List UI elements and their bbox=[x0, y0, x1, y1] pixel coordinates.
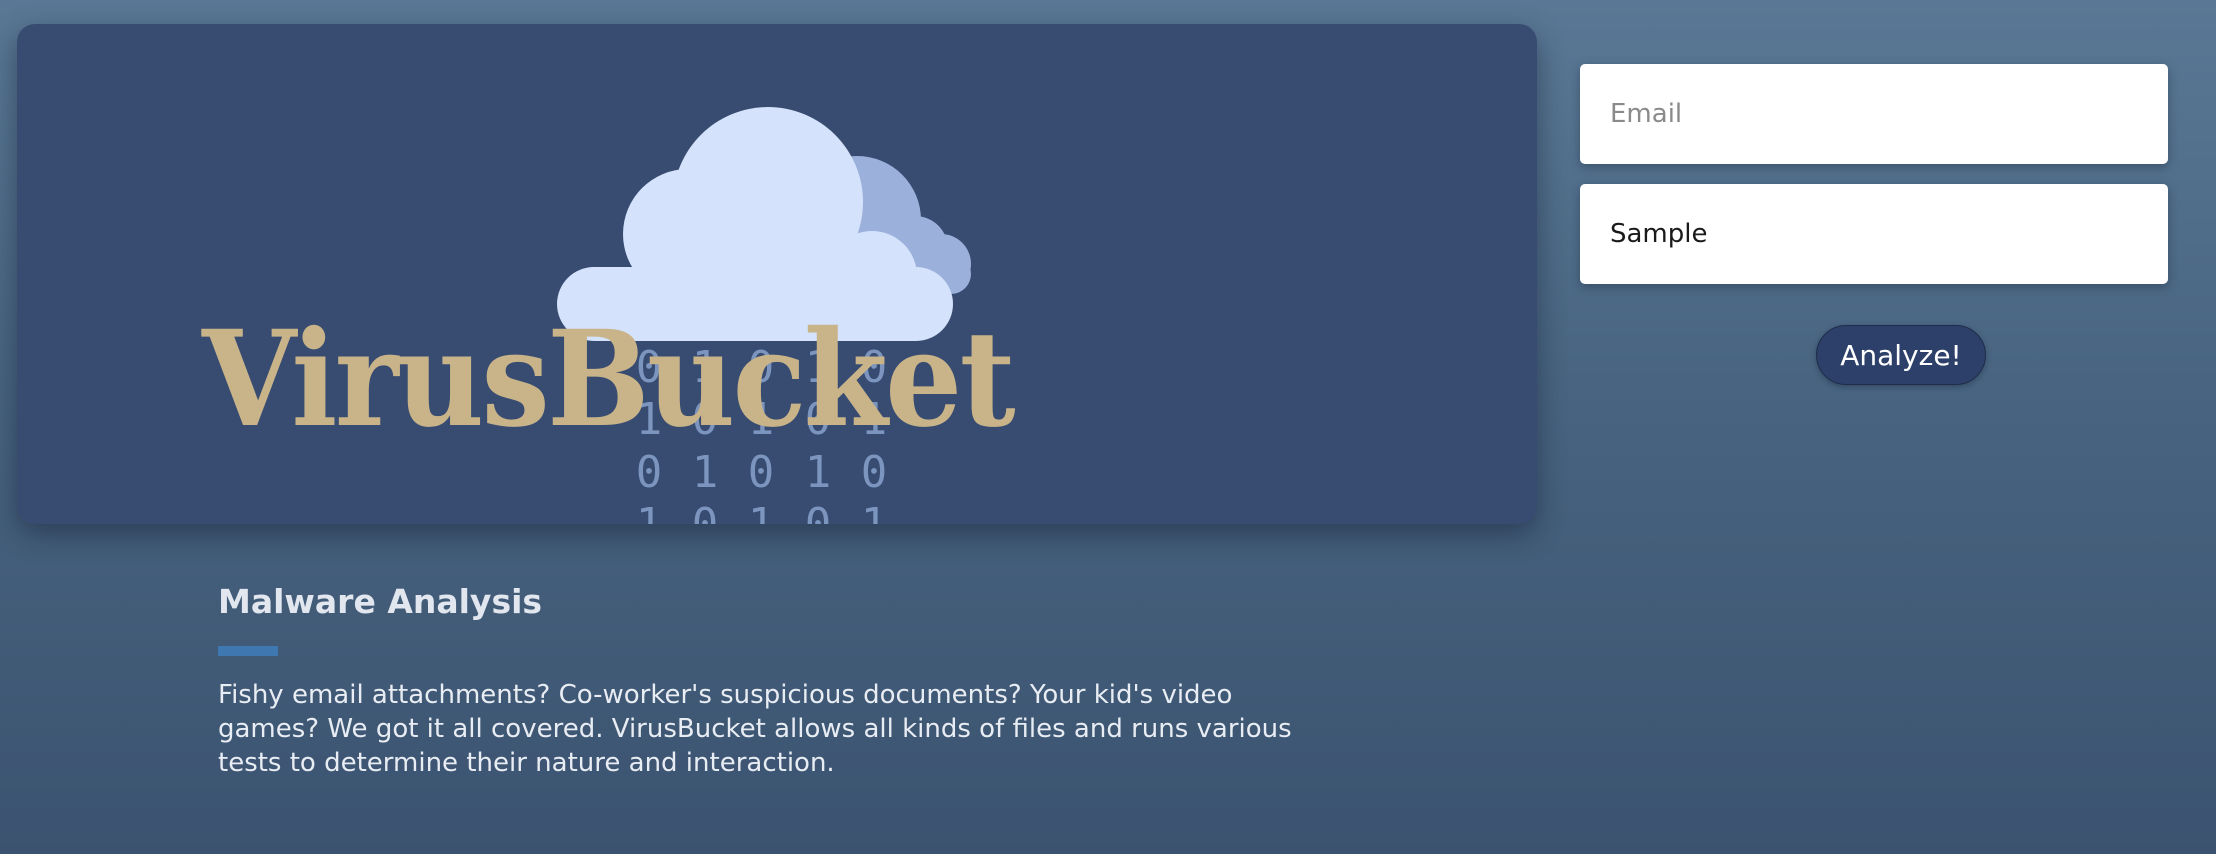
logo-wordmark: VirusBucket bbox=[202, 302, 1016, 457]
hero-banner: 01010101010101010101 VirusBucket bbox=[17, 24, 1537, 524]
binary-digit: 1 bbox=[636, 499, 663, 524]
title-underline bbox=[218, 646, 278, 656]
section-description: Fishy email attachments? Co-worker's sus… bbox=[218, 680, 1292, 778]
binary-digit: 1 bbox=[861, 499, 888, 524]
email-input[interactable] bbox=[1580, 64, 2168, 164]
sample-label: Sample bbox=[1610, 219, 1708, 249]
binary-digit: 1 bbox=[748, 499, 775, 524]
analyze-button[interactable]: Analyze! bbox=[1816, 325, 1986, 385]
section-title: Malware Analysis bbox=[218, 582, 543, 621]
binary-digit: 0 bbox=[692, 499, 719, 524]
binary-digit: 0 bbox=[805, 499, 832, 524]
sample-file-input[interactable]: Sample bbox=[1580, 184, 2168, 284]
